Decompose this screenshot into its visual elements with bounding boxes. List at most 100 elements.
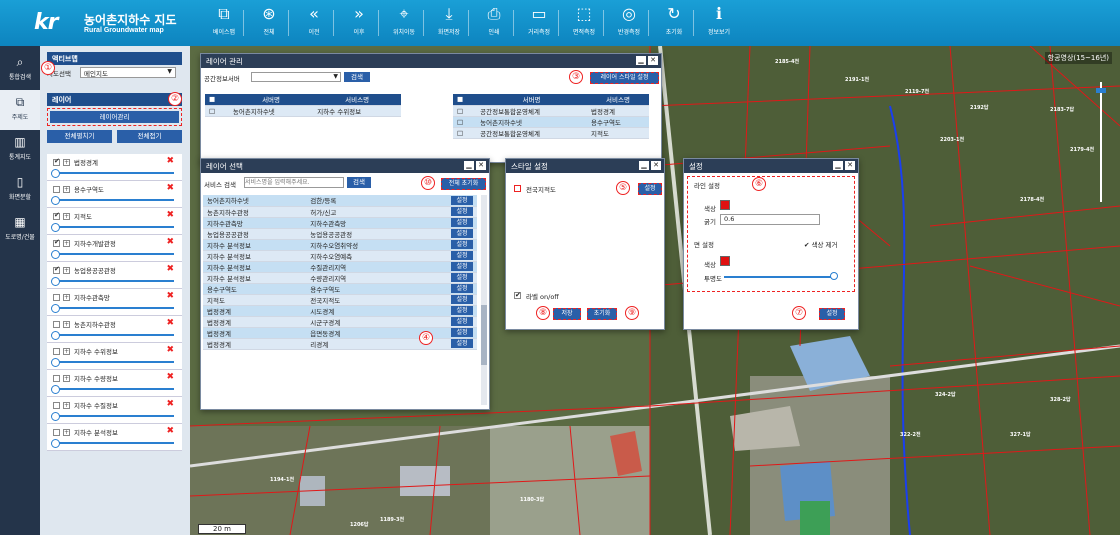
layer-opacity-slider[interactable] xyxy=(51,169,174,178)
expand-icon[interactable]: + xyxy=(63,213,70,220)
line-width-input[interactable]: 0.6 xyxy=(720,214,820,225)
table-row[interactable]: 지하수 분석정보 수량관리지역 설정 xyxy=(203,272,477,284)
delete-layer-icon[interactable]: ✖ xyxy=(166,426,174,436)
expand-icon[interactable]: + xyxy=(63,240,70,247)
delete-layer-icon[interactable]: ✖ xyxy=(166,318,174,328)
minimize-icon[interactable]: ▁ xyxy=(464,161,474,170)
layer-checkbox[interactable] xyxy=(514,185,521,192)
expand-icon[interactable]: + xyxy=(63,402,70,409)
layer-opacity-slider[interactable] xyxy=(51,412,174,421)
toolbar-reset-button[interactable]: ↻ 초기화 xyxy=(650,4,698,42)
layer-style-button[interactable]: 레이어 스타일 설정 xyxy=(590,72,659,84)
layer-item[interactable]: + 농촌지하수관정 ✖ xyxy=(47,316,182,343)
sidenav-map[interactable]: ▦ 도로명/건물 xyxy=(0,210,40,250)
delete-layer-icon[interactable]: ✖ xyxy=(166,264,174,274)
row-checkbox[interactable]: □ xyxy=(205,105,229,117)
layer-checkbox[interactable] xyxy=(53,321,60,328)
delete-layer-icon[interactable]: ✖ xyxy=(166,210,174,220)
expand-icon[interactable]: + xyxy=(63,294,70,301)
layer-item[interactable]: + 법정경계 ✖ xyxy=(47,154,182,181)
toolbar-download-button[interactable]: ⤓ 화면저장 xyxy=(425,4,473,42)
fill-color-swatch[interactable] xyxy=(720,256,730,266)
table-row[interactable]: 법정경계 시도경계 설정 xyxy=(203,305,477,317)
layer-manage-button[interactable]: 레이어관리 xyxy=(50,111,179,123)
row-checkbox[interactable]: □ xyxy=(453,105,477,117)
delete-layer-icon[interactable]: ✖ xyxy=(166,156,174,166)
layer-opacity-slider[interactable] xyxy=(51,331,174,340)
delete-layer-icon[interactable]: ✖ xyxy=(166,399,174,409)
layer-checkbox[interactable] xyxy=(53,157,60,166)
scrollbar[interactable] xyxy=(481,195,487,405)
server-search-button[interactable]: 검색 xyxy=(344,72,370,82)
set-button[interactable]: 설정 xyxy=(451,306,473,315)
set-button[interactable]: 설정 xyxy=(451,295,473,304)
layer-checkbox[interactable] xyxy=(53,348,60,355)
toolbar-print-button[interactable]: ⎙ 인쇄 xyxy=(470,4,518,42)
server-select[interactable]: ▼ xyxy=(251,72,341,82)
toolbar-fullextent-button[interactable]: ⊛ 전체 xyxy=(245,4,293,42)
toolbar-layers-button[interactable]: ⧉ 베이스맵 xyxy=(200,4,248,42)
table-row[interactable]: 용수구역도 용수구역도 설정 xyxy=(203,283,477,295)
set-button[interactable]: 설정 xyxy=(451,273,473,282)
sidenav-search[interactable]: ⌕ 통합검색 xyxy=(0,50,40,90)
layer-opacity-slider[interactable] xyxy=(51,385,174,394)
expand-icon[interactable]: + xyxy=(63,159,70,166)
table-row[interactable]: 농어촌지하수넷 검한/등록 설정 xyxy=(203,195,477,207)
reset-all-button[interactable]: 전체 초기화 xyxy=(441,178,486,190)
expand-icon[interactable]: + xyxy=(63,429,70,436)
layer-item[interactable]: + 지하수개발관정 ✖ xyxy=(47,235,182,262)
zoom-handle[interactable] xyxy=(1096,88,1106,93)
close-icon[interactable]: ✕ xyxy=(651,161,661,170)
collapse-all-button[interactable]: 전체접기 xyxy=(117,130,182,143)
set-button[interactable]: 설정 xyxy=(451,339,473,348)
minimize-icon[interactable]: ▁ xyxy=(636,56,646,65)
layer-opacity-slider[interactable] xyxy=(51,250,174,259)
table-row[interactable]: 지하수 분석정보 지하수오염취약성 설정 xyxy=(203,239,477,251)
minimize-icon[interactable]: ▁ xyxy=(833,161,843,170)
style-set-button[interactable]: 설정 xyxy=(638,183,662,195)
close-icon[interactable]: ✕ xyxy=(476,161,486,170)
table-row[interactable]: □ 농어촌지하수넷 지하수 수위정보 xyxy=(205,105,401,117)
layer-checkbox[interactable] xyxy=(53,375,60,382)
expand-icon[interactable]: + xyxy=(63,321,70,328)
settings-apply-button[interactable]: 설정 xyxy=(819,308,845,320)
layer-item[interactable]: + 지하수관측망 ✖ xyxy=(47,289,182,316)
expand-icon[interactable]: + xyxy=(63,186,70,193)
table-row[interactable]: 지하수관측망 지하수관측망 설정 xyxy=(203,217,477,229)
layer-opacity-slider[interactable] xyxy=(51,223,174,232)
layer-checkbox[interactable] xyxy=(53,211,60,220)
layer-item[interactable]: + 용수구역도 ✖ xyxy=(47,181,182,208)
table-row[interactable]: □ 공간정보통합운영체계 지적도 xyxy=(453,127,649,139)
layer-item[interactable]: + 지하수 수질정보 ✖ xyxy=(47,397,182,424)
expand-icon[interactable]: + xyxy=(63,375,70,382)
row-checkbox[interactable]: □ xyxy=(453,127,477,139)
style-save-button[interactable]: 저장 xyxy=(553,308,581,320)
app-logo[interactable]: kr 농어촌지하수 지도 Rural Groundwater map xyxy=(34,8,177,38)
layer-checkbox[interactable] xyxy=(53,429,60,436)
set-button[interactable]: 설정 xyxy=(451,229,473,238)
delete-layer-icon[interactable]: ✖ xyxy=(166,183,174,193)
layer-opacity-slider[interactable] xyxy=(51,358,174,367)
set-button[interactable]: 설정 xyxy=(451,328,473,337)
layer-item[interactable]: + 지하수 분석정보 ✖ xyxy=(47,424,182,451)
set-button[interactable]: 설정 xyxy=(451,195,473,205)
header-checkbox[interactable]: ■ xyxy=(453,94,477,106)
table-row[interactable]: 지하수 분석정보 지하수오염예측 설정 xyxy=(203,250,477,262)
delete-layer-icon[interactable]: ✖ xyxy=(166,372,174,382)
layer-checkbox[interactable] xyxy=(53,265,60,274)
style-reset-button[interactable]: 초기화 xyxy=(587,308,617,320)
layer-checkbox[interactable] xyxy=(53,294,60,301)
label-toggle-checkbox[interactable]: ✔ xyxy=(514,292,521,299)
opacity-handle[interactable] xyxy=(830,272,838,280)
layer-checkbox[interactable] xyxy=(53,238,60,247)
table-row[interactable]: □ 공간정보통합운영체계 법정경계 xyxy=(453,105,649,117)
close-icon[interactable]: ✕ xyxy=(845,161,855,170)
set-button[interactable]: 설정 xyxy=(451,284,473,293)
table-row[interactable]: 법정경계 시군구경계 설정 xyxy=(203,316,477,328)
layer-opacity-slider[interactable] xyxy=(51,277,174,286)
toolbar-ruler-button[interactable]: ▭ 거리측정 xyxy=(515,4,563,42)
expand-icon[interactable]: + xyxy=(63,348,70,355)
row-checkbox[interactable]: □ xyxy=(453,116,477,128)
map-select-dropdown[interactable]: 메인지도 ▼ xyxy=(80,67,176,78)
toolbar-prev-button[interactable]: « 이전 xyxy=(290,4,338,42)
